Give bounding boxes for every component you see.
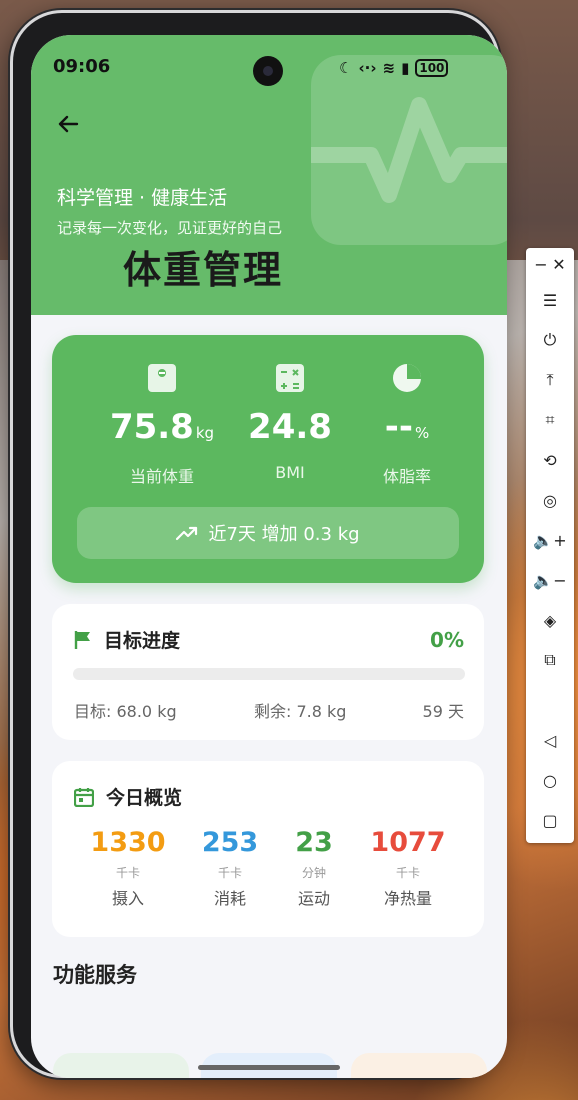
exercise-value: 23 <box>295 827 333 858</box>
exercise-unit: 分钟 <box>301 866 326 880</box>
crop-icon[interactable]: ⌗ <box>526 406 574 434</box>
today-net-calories: 1077 千卡 净热量 <box>358 827 458 909</box>
goal-progress-card[interactable]: 目标进度 0% 目标: 68.0 kg 剩余: 7.8 kg 59 天 <box>52 604 484 740</box>
volume-down-icon[interactable]: 🔈− <box>526 566 574 594</box>
rotate-icon[interactable]: ⟲ <box>526 446 574 474</box>
header-slogan: 记录每一次变化，见证更好的自己 <box>57 219 283 237</box>
body-fat-value: --% <box>384 407 430 447</box>
goal-progress-bar <box>73 668 465 680</box>
minimize-icon[interactable]: − <box>534 255 547 274</box>
today-intake: 1330 千卡 摄入 <box>78 827 178 909</box>
weekly-trend-pill[interactable]: 近7天 增加 0.3 kg <box>77 507 459 559</box>
flag-icon <box>74 630 90 649</box>
page-title: 体重管理 <box>123 248 284 292</box>
signal-icon: ▮ <box>401 59 410 77</box>
goal-title: 目标进度 <box>104 630 181 652</box>
status-bar: 09:06 ☾ ‹·› ≋ ▮ 100 <box>31 35 507 95</box>
net-calories-value: 1077 <box>370 827 446 858</box>
nav-home-icon[interactable]: ○ <box>526 766 574 794</box>
home-indicator[interactable] <box>198 1065 340 1070</box>
status-icons: ☾ ‹·› ≋ ▮ 100 <box>339 57 449 79</box>
today-header: 今日概览 <box>74 783 182 810</box>
today-title: 今日概览 <box>106 787 183 809</box>
service-tile-1[interactable] <box>53 1053 189 1078</box>
phone-frame: 09:06 ☾ ‹·› ≋ ▮ 100 科学管理 · 健康生活 记录每一次变化，… <box>10 10 507 1078</box>
window-controls: − ✕ <box>526 250 574 278</box>
screen-record-icon[interactable]: ◎ <box>526 486 574 514</box>
body-fat-label: 体脂率 <box>382 467 431 486</box>
status-time: 09:06 <box>53 56 111 77</box>
shake-icon[interactable]: ◈ <box>526 606 574 634</box>
header-banner: 09:06 ☾ ‹·› ≋ ▮ 100 科学管理 · 健康生活 记录每一次变化，… <box>31 35 507 315</box>
menu-icon[interactable]: ☰ <box>526 286 574 314</box>
net-calories-unit: 千卡 <box>395 866 420 880</box>
pin-top-icon[interactable]: ⤒ <box>526 366 574 394</box>
scale-icon <box>148 364 176 392</box>
trending-up-icon <box>176 526 198 541</box>
moon-icon: ☾ <box>339 59 353 77</box>
today-overview-card[interactable]: 今日概览 1330 千卡 摄入 253 千卡 消耗 23 分钟 运动 1077 … <box>52 761 484 937</box>
weekly-trend-text: 近7天 增加 0.3 kg <box>208 524 360 545</box>
nav-recents-icon[interactable]: ▢ <box>526 806 574 834</box>
calculator-icon <box>276 364 304 392</box>
pie-chart-icon <box>393 364 421 392</box>
wifi-icon: ≋ <box>382 59 396 77</box>
exercise-label: 运动 <box>297 889 330 908</box>
front-camera <box>253 56 283 86</box>
intake-label: 摄入 <box>111 889 144 908</box>
services-section-title: 功能服务 <box>53 963 137 987</box>
nav-back-icon[interactable]: ◁ <box>526 726 574 754</box>
bmi-value: 24.8 <box>248 407 332 447</box>
power-icon[interactable]: ⏻ <box>526 326 574 354</box>
current-weight-value: 75.8 kg <box>109 407 215 447</box>
weight-stats-card: 75.8 kg 当前体重 24.8 BMI --% 体脂率 近7天 增加 0.3… <box>52 335 484 583</box>
back-arrow-icon[interactable] <box>53 109 83 139</box>
close-icon[interactable]: ✕ <box>552 255 565 274</box>
calendar-icon <box>74 787 94 807</box>
net-calories-label: 净热量 <box>383 889 432 908</box>
goal-days: 59 天 <box>422 702 464 721</box>
header-subtitle: 科学管理 · 健康生活 <box>57 187 228 209</box>
goal-header: 目标进度 <box>74 626 180 653</box>
service-tile-3[interactable] <box>351 1053 487 1078</box>
goal-target: 目标: 68.0 kg <box>74 702 177 721</box>
battery-icon: 100 <box>415 59 449 77</box>
today-exercise: 23 分钟 运动 <box>264 827 364 909</box>
volume-up-icon[interactable]: 🔈+ <box>526 526 574 554</box>
goal-percent: 0% <box>430 628 464 652</box>
app-screen: 09:06 ☾ ‹·› ≋ ▮ 100 科学管理 · 健康生活 记录每一次变化，… <box>31 35 507 1078</box>
multi-device-icon[interactable]: ⧉ <box>526 646 574 674</box>
intake-unit: 千卡 <box>115 866 140 880</box>
emulator-toolbar: − ✕ ☰ ⏻ ⤒ ⌗ ⟲ ◎ 🔈+ 🔈− ◈ ⧉ ◁ ○ ▢ <box>526 248 574 843</box>
goal-remaining: 剩余: 7.8 kg <box>254 702 347 721</box>
data-transfer-icon: ‹·› <box>358 59 377 77</box>
bmi-label: BMI <box>275 463 305 482</box>
current-weight-label: 当前体重 <box>129 467 194 486</box>
intake-value: 1330 <box>90 827 166 858</box>
